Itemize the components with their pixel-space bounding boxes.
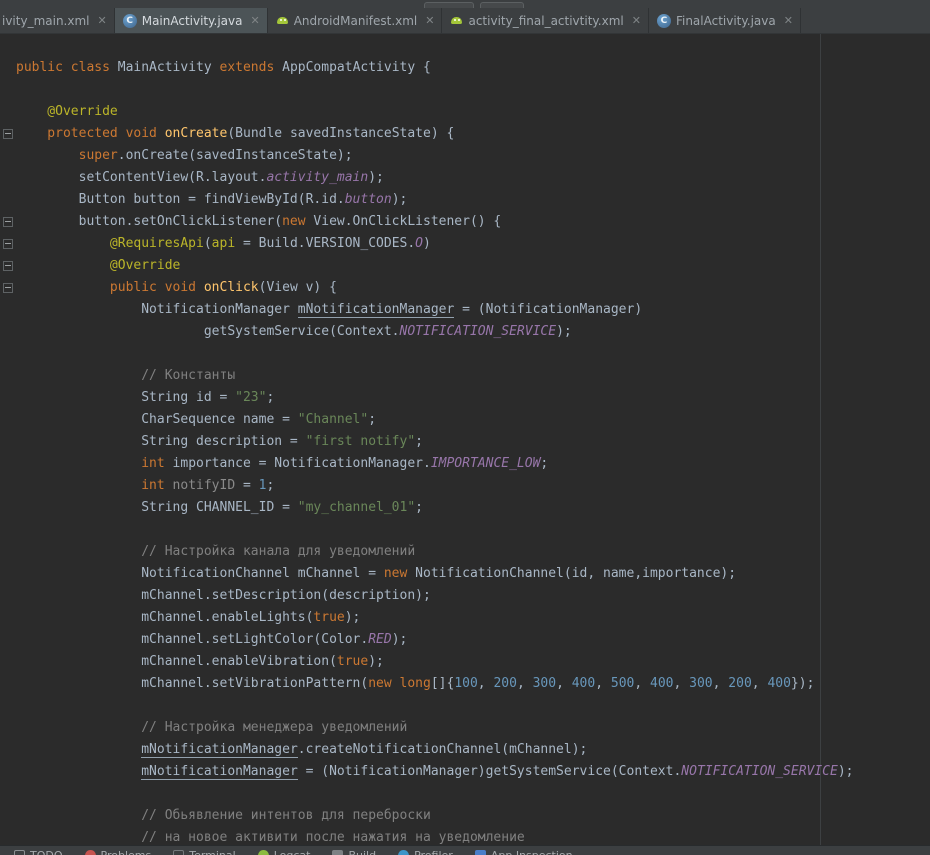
code-line: @RequiresApi(api = Build.VERSION_CODES.O… (16, 233, 930, 255)
code-line: // Настройка менеджера уведомлений (16, 717, 930, 739)
statusbar-item-profiler[interactable]: Profiler (398, 849, 453, 855)
code-line: // Настройка канала для уведомлений (16, 541, 930, 563)
code-line: // Обьявление интентов для переброски (16, 805, 930, 827)
statusbar-item-inspection[interactable]: App Inspection (475, 849, 573, 855)
class-icon: C (657, 14, 671, 28)
fold-marker[interactable] (3, 129, 13, 139)
build-icon (332, 850, 343, 855)
code-line: public class MainActivity extends AppCom… (16, 57, 930, 79)
statusbar-label: Terminal (189, 849, 236, 855)
tab-label: ivity_main.xml (2, 14, 90, 28)
code-line: CharSequence name = "Channel"; (16, 409, 930, 431)
statusbar-label: Build (348, 849, 376, 855)
tab-bar: ivity_main.xml✕CMainActivity.java✕Androi… (0, 8, 930, 34)
code-line: setContentView(R.layout.activity_main); (16, 167, 930, 189)
main-toolbar (0, 0, 930, 8)
code-line: String id = "23"; (16, 387, 930, 409)
profiler-icon (398, 850, 409, 855)
code-area: public class MainActivity extends AppCom… (0, 34, 930, 845)
code-line: NotificationManager mNotificationManager… (16, 299, 930, 321)
statusbar-label: Logcat (274, 849, 311, 855)
tab-activity-main-xml[interactable]: ivity_main.xml ✕ (0, 8, 115, 33)
todo-icon (14, 850, 25, 855)
tab-label: FinalActivity.java (676, 14, 776, 28)
fold-marker[interactable] (3, 217, 13, 227)
code-line (16, 343, 930, 365)
code-line: mNotificationManager = (NotificationMana… (16, 761, 930, 783)
code-line: int importance = NotificationManager.IMP… (16, 453, 930, 475)
inspection-icon (475, 850, 486, 855)
code-line (16, 783, 930, 805)
code-line: super.onCreate(savedInstanceState); (16, 145, 930, 167)
problems-icon (85, 850, 96, 855)
statusbar-label: Profiler (414, 849, 453, 855)
status-bar: TODO Problems Terminal Logcat Build Profiler A… (0, 845, 930, 855)
code-line: getSystemService(Context.NOTIFICATION_SE… (16, 321, 930, 343)
statusbar-label: Problems (101, 849, 152, 855)
code-line (16, 695, 930, 717)
statusbar-item-logcat[interactable]: Logcat (258, 849, 311, 855)
close-icon[interactable]: ✕ (632, 14, 641, 27)
statusbar-item-problems[interactable]: Problems (85, 849, 152, 855)
tab-label: MainActivity.java (142, 14, 243, 28)
code-line: mChannel.setDescription(description); (16, 585, 930, 607)
class-icon: C (123, 14, 137, 28)
code-line (16, 519, 930, 541)
ide-window: ivity_main.xml✕CMainActivity.java✕Androi… (0, 0, 930, 855)
code-line: // Константы (16, 365, 930, 387)
code-line: int notifyID = 1; (16, 475, 930, 497)
close-icon[interactable]: ✕ (425, 14, 434, 27)
statusbar-label: App Inspection (491, 849, 573, 855)
tab-mainactivity-java[interactable]: C MainActivity.java ✕ (115, 8, 268, 33)
logcat-icon (258, 850, 269, 855)
tab-label: activity_final_activtity.xml (468, 14, 623, 28)
code-line (16, 79, 930, 101)
code-line: public void onClick(View v) { (16, 277, 930, 299)
code-line: @Override (16, 255, 930, 277)
code-line: NotificationChannel mChannel = new Notif… (16, 563, 930, 585)
code-line: String CHANNEL_ID = "my_channel_01"; (16, 497, 930, 519)
fold-marker[interactable] (3, 283, 13, 293)
code-line: mChannel.enableLights(true); (16, 607, 930, 629)
close-icon[interactable]: ✕ (251, 14, 260, 27)
code-line: @Override (16, 101, 930, 123)
code-line: protected void onCreate(Bundle savedInst… (16, 123, 930, 145)
fold-marker[interactable] (3, 261, 13, 271)
tab-finalactivity-java[interactable]: C FinalActivity.java ✕ (649, 8, 801, 33)
code-line: mChannel.enableVibration(true); (16, 651, 930, 673)
code-line: Button button = findViewById(R.id.button… (16, 189, 930, 211)
code-line: String description = "first notify"; (16, 431, 930, 453)
tab-label: AndroidManifest.xml (294, 14, 418, 28)
statusbar-label: TODO (30, 849, 63, 855)
code-line: button.setOnClickListener(new View.OnCli… (16, 211, 930, 233)
code-line: mNotificationManager.createNotificationC… (16, 739, 930, 761)
editor[interactable]: public class MainActivity extends AppCom… (0, 34, 930, 845)
close-icon[interactable]: ✕ (784, 14, 793, 27)
tab-activity-final-activtity-xml[interactable]: activity_final_activtity.xml ✕ (442, 8, 648, 33)
close-icon[interactable]: ✕ (98, 14, 107, 27)
terminal-icon (173, 850, 184, 855)
android-icon (276, 14, 289, 27)
code-line: mChannel.setVibrationPattern(new long[]{… (16, 673, 930, 695)
statusbar-item-todo[interactable]: TODO (14, 849, 63, 855)
fold-marker[interactable] (3, 239, 13, 249)
statusbar-item-terminal[interactable]: Terminal (173, 849, 236, 855)
tab-androidmanifest-xml[interactable]: AndroidManifest.xml ✕ (268, 8, 443, 33)
code-line: mChannel.setLightColor(Color.RED); (16, 629, 930, 651)
code-line: // на новое активити после нажатия на ув… (16, 827, 930, 845)
statusbar-item-build[interactable]: Build (332, 849, 376, 855)
android-icon (450, 14, 463, 27)
